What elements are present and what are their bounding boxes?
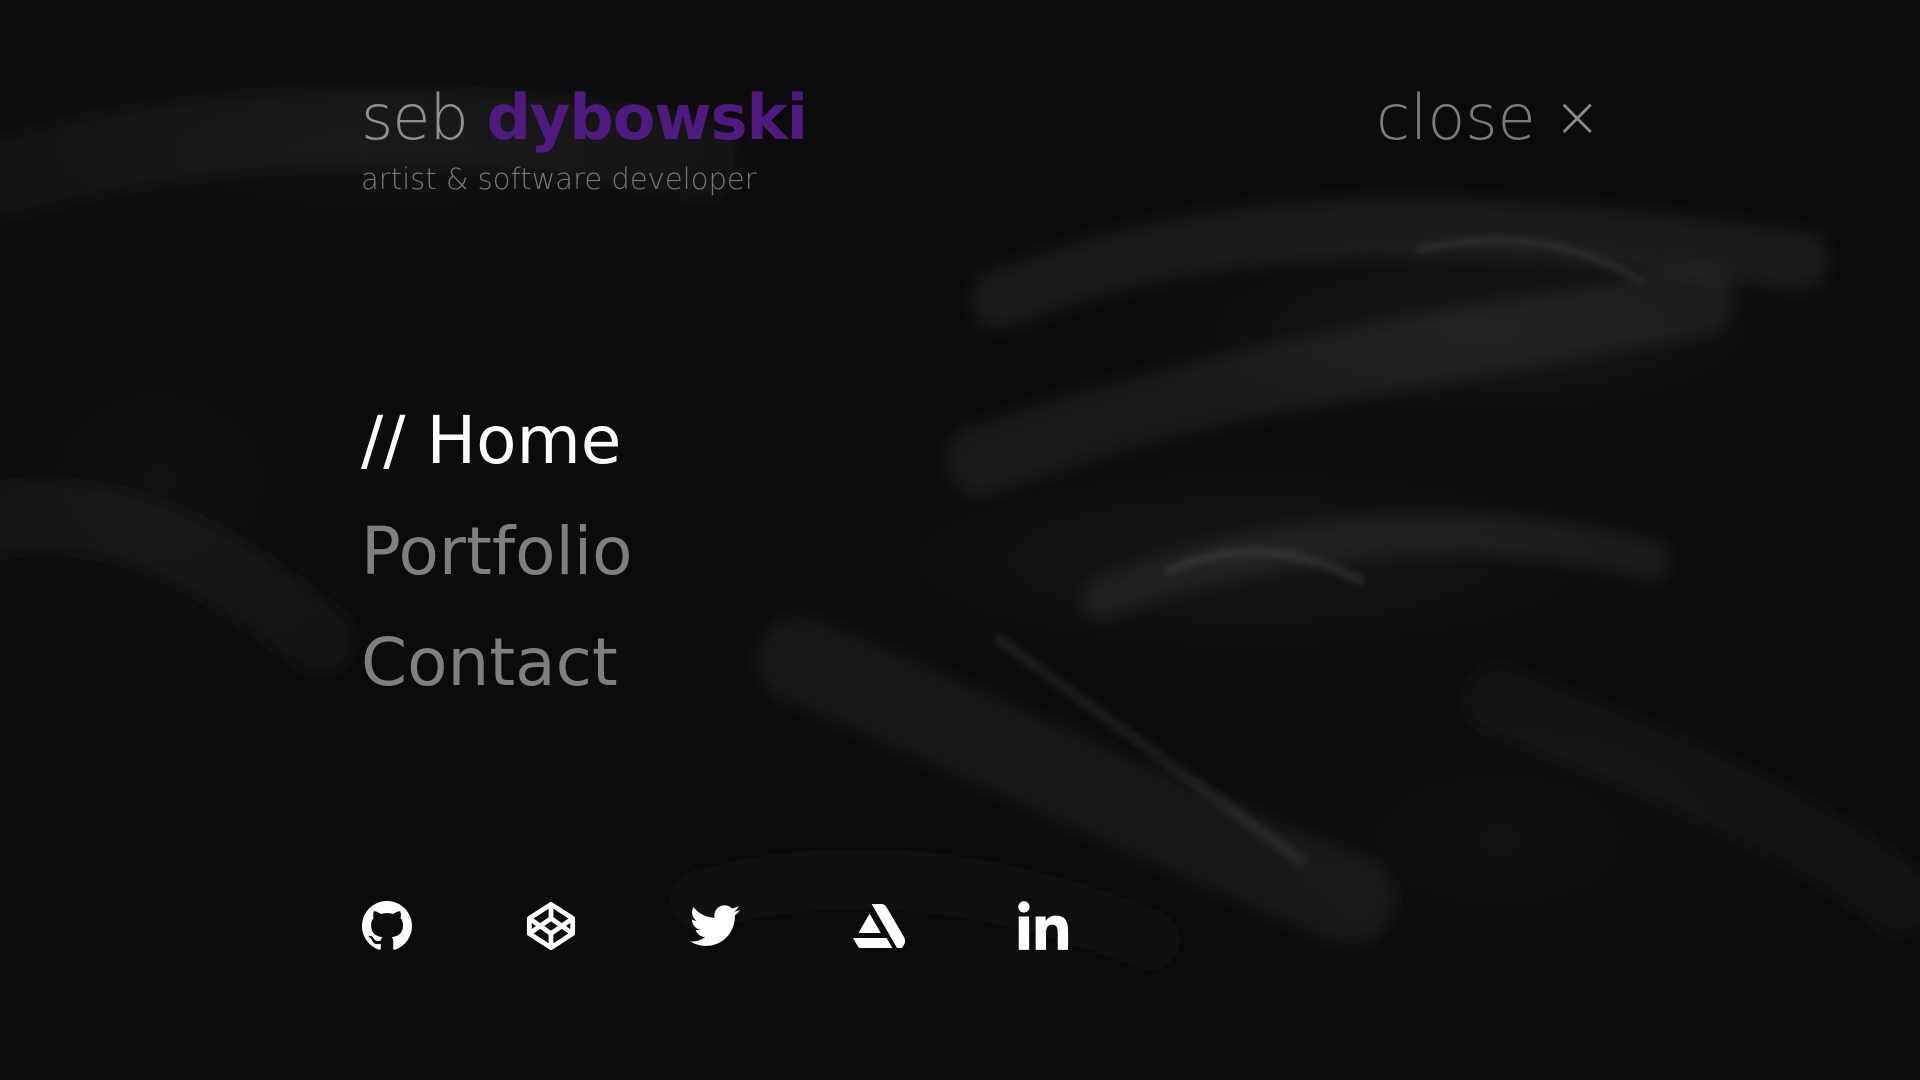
artstation-icon: [853, 904, 905, 948]
github-icon: [362, 901, 412, 950]
nav-item-contact[interactable]: Contact: [361, 607, 633, 718]
site-branding: seb dybowski artist & software developer: [361, 78, 808, 196]
linkedin-link[interactable]: [1017, 900, 1069, 952]
menu-overlay: seb dybowski artist & software developer…: [0, 0, 1920, 1080]
nav-item-portfolio[interactable]: Portfolio: [361, 496, 633, 607]
site-tagline: artist & software developer: [361, 162, 757, 196]
close-menu-button[interactable]: close ×: [1376, 78, 1601, 158]
site-logo[interactable]: seb dybowski: [361, 78, 808, 158]
nav-item-home[interactable]: // Home: [361, 385, 633, 496]
close-icon: ×: [1553, 85, 1601, 150]
close-label: close: [1376, 81, 1536, 154]
main-navigation: // Home Portfolio Contact: [361, 385, 633, 718]
twitter-link[interactable]: [689, 900, 741, 952]
codepen-icon: [526, 901, 576, 951]
codepen-link[interactable]: [525, 900, 577, 952]
twitter-icon: [690, 905, 740, 946]
artstation-link[interactable]: [853, 900, 905, 952]
linkedin-icon: [1018, 901, 1069, 950]
logo-last-name: dybowski: [486, 81, 808, 154]
social-links: [361, 900, 1181, 952]
logo-first-name: seb: [361, 81, 469, 154]
github-link[interactable]: [361, 900, 413, 952]
